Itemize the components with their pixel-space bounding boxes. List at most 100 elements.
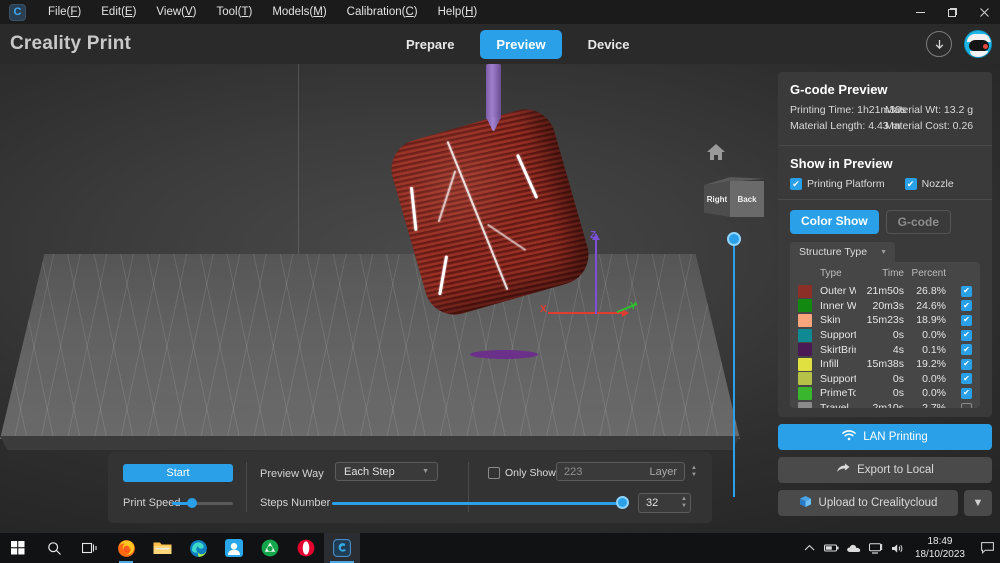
export-to-local-button[interactable]: Export to Local [778, 457, 992, 483]
row-checkbox[interactable]: ✔ [961, 330, 972, 341]
table-row[interactable]: PrimeTower 0s 0.0% ✔ [790, 386, 980, 401]
spinner-down-icon[interactable]: ▼ [681, 503, 687, 510]
color-show-button[interactable]: Color Show [790, 210, 879, 234]
edge-icon[interactable] [180, 533, 216, 563]
cloud-cube-icon [799, 495, 812, 511]
layer-spinner[interactable]: ▲ ▼ [688, 462, 700, 481]
home-icon[interactable] [706, 143, 726, 161]
row-checkbox[interactable] [961, 403, 972, 408]
task-view-icon[interactable] [72, 533, 108, 563]
view-cube[interactable]: Right Back [704, 177, 764, 221]
layer-slider-handle[interactable] [727, 232, 741, 246]
row-checkbox[interactable]: ✔ [961, 315, 972, 326]
creality-logo-icon[interactable]: C [9, 4, 26, 21]
opera-icon[interactable] [288, 533, 324, 563]
spinner-up-icon[interactable]: ▲ [681, 496, 687, 503]
menu-help[interactable]: Help(H) [428, 0, 488, 24]
menu-edit[interactable]: Edit(E) [91, 0, 146, 24]
row-percent: 0.1% [904, 344, 946, 356]
checkbox-nozzle[interactable]: ✔ Nozzle [905, 178, 954, 190]
menu-calibration[interactable]: Calibration(C) [337, 0, 428, 24]
gcode-button[interactable]: G-code [886, 210, 951, 234]
menu-view[interactable]: View(V) [146, 0, 206, 24]
volume-icon[interactable] [887, 533, 909, 563]
row-type: Outer Wall [812, 285, 856, 297]
notification-center-icon[interactable] [974, 533, 1000, 563]
row-checkbox[interactable]: ✔ [961, 300, 972, 311]
layer-unit-label: Layer [649, 466, 677, 478]
menu-tool[interactable]: Tool(T) [207, 0, 263, 24]
chevron-down-icon[interactable]: ▼ [964, 490, 992, 516]
close-button[interactable] [968, 0, 1000, 24]
row-type: SupportInfill [812, 373, 856, 385]
stat-material-weight: Material Wt: 13.2 g [885, 104, 980, 116]
table-row[interactable]: Skin 15m23s 18.9% ✔ [790, 313, 980, 328]
layer-slider[interactable] [733, 239, 735, 497]
show-hidden-icons-icon[interactable] [799, 533, 821, 563]
windows-start-icon[interactable] [0, 533, 36, 563]
menu-models[interactable]: Models(M) [262, 0, 336, 24]
share-arrow-icon [836, 463, 850, 477]
clock-time: 18:49 [915, 535, 965, 548]
structure-type-tab[interactable]: Structure Type ▼ [790, 242, 895, 262]
creality-print-icon[interactable] [324, 533, 360, 563]
table-row[interactable]: Travel 2m10s 2.7% [790, 401, 980, 408]
firefox-icon[interactable] [108, 533, 144, 563]
tab-prepare[interactable]: Prepare [390, 30, 470, 59]
only-show-checkbox[interactable]: Only Show [488, 467, 556, 479]
avatar[interactable] [964, 30, 992, 58]
table-row[interactable]: Inner Wall 20m3s 24.6% ✔ [790, 299, 980, 314]
minimize-button[interactable] [904, 0, 936, 24]
table-header-row: Type Time Percent [790, 268, 980, 284]
chevron-down-icon[interactable]: ▼ [880, 249, 887, 256]
lan-printing-button[interactable]: LAN Printing [778, 424, 992, 450]
model-shadow [470, 350, 538, 359]
taskbar-clock[interactable]: 18:49 18/10/2023 [909, 535, 974, 561]
table-body[interactable]: Outer Wall 21m50s 26.8% ✔ Inner Wall 20m… [790, 284, 980, 408]
onedrive-icon[interactable] [843, 533, 865, 563]
view-cube-back-face[interactable]: Back [730, 181, 764, 217]
tab-preview[interactable]: Preview [480, 30, 561, 59]
steps-number-fill [332, 502, 622, 505]
table-row[interactable]: Infill 15m38s 19.2% ✔ [790, 357, 980, 372]
download-icon[interactable] [926, 31, 952, 57]
row-percent: 0.0% [904, 329, 946, 341]
row-checkbox[interactable]: ✔ [961, 359, 972, 370]
table-row[interactable]: Outer Wall 21m50s 26.8% ✔ [790, 284, 980, 299]
color-swatch [798, 329, 812, 342]
view-cube-right-label: Right [707, 195, 727, 204]
spinner-down-icon[interactable]: ▼ [691, 472, 697, 479]
table-row[interactable]: Support 0s 0.0% ✔ [790, 328, 980, 343]
search-icon[interactable] [36, 533, 72, 563]
layer-input[interactable]: 223 Layer [556, 462, 685, 481]
table-row[interactable]: SupportInfill 0s 0.0% ✔ [790, 372, 980, 387]
app-blue-icon[interactable] [216, 533, 252, 563]
spinner-up-icon[interactable]: ▲ [691, 465, 697, 472]
file-explorer-icon[interactable] [144, 533, 180, 563]
network-icon[interactable] [865, 533, 887, 563]
tab-device[interactable]: Device [572, 30, 646, 59]
row-checkbox[interactable]: ✔ [961, 373, 972, 384]
table-row[interactable]: SkirtBrim 4s 0.1% ✔ [790, 342, 980, 357]
view-cube-right-face[interactable]: Right [704, 181, 730, 217]
steps-number-handle[interactable] [616, 496, 629, 509]
upload-to-crealitycloud-button[interactable]: Upload to Crealitycloud [778, 490, 958, 516]
print-speed-handle[interactable] [187, 498, 197, 508]
export-to-local-label: Export to Local [857, 464, 934, 476]
row-checkbox[interactable]: ✔ [961, 344, 972, 355]
preview-way-select[interactable]: Each Step ▼ [335, 462, 438, 481]
build-plate [0, 254, 740, 439]
row-checkbox[interactable]: ✔ [961, 388, 972, 399]
row-checkbox[interactable]: ✔ [961, 286, 972, 297]
color-swatch [798, 402, 812, 408]
battery-icon[interactable] [821, 533, 843, 563]
checkbox-printing-platform[interactable]: ✔ Printing Platform [790, 178, 885, 190]
chevron-down-icon[interactable]: ▼ [422, 468, 429, 475]
row-percent: 2.7% [904, 402, 946, 408]
menu-file[interactable]: File(F) [38, 0, 91, 24]
axis-z [595, 234, 597, 314]
start-button[interactable]: Start [123, 464, 233, 482]
steps-number-spinner[interactable]: ▲ ▼ [678, 493, 690, 513]
maximize-button[interactable] [936, 0, 968, 24]
app-green-icon[interactable] [252, 533, 288, 563]
